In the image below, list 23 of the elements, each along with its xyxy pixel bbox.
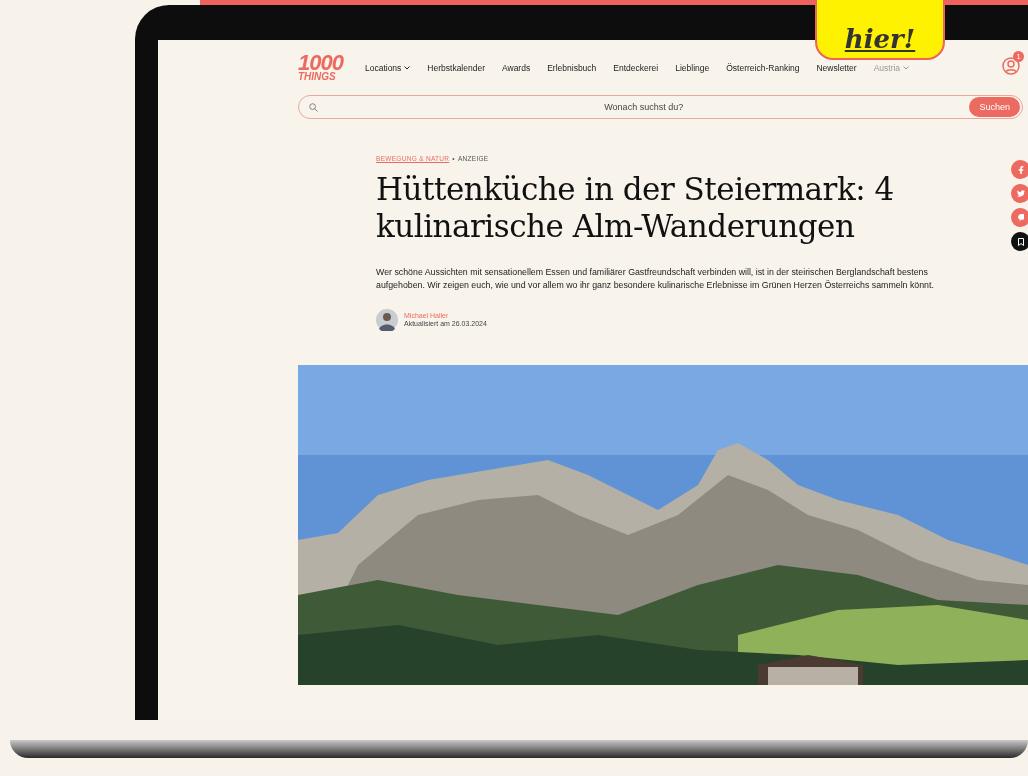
nav-link[interactable]: Lieblinge [675, 62, 710, 73]
nav-link[interactable]: Locations [364, 62, 411, 73]
nav-link[interactable]: Entdeckerei [613, 62, 659, 73]
article-title: Hüttenküche in der Steiermark: 4 kulinarische Alm-Wanderungen [376, 171, 895, 245]
user-icon[interactable] [1002, 56, 1020, 75]
share-button[interactable] [1011, 208, 1028, 227]
chevron-down-icon [404, 65, 411, 70]
callout-link[interactable]: hier! [844, 24, 916, 54]
facebook-icon [1017, 165, 1024, 174]
nav-link[interactable]: Erlebnisbuch [547, 62, 597, 73]
bookmark-button[interactable] [1011, 232, 1028, 251]
bookmark-icon [1017, 237, 1024, 246]
bird-icon [1016, 190, 1025, 197]
nav-link[interactable]: Herbstkalender [427, 62, 485, 73]
share-button[interactable] [1011, 160, 1028, 179]
nav-link[interactable]: Newsletter [816, 62, 857, 73]
nav-link[interactable]: Awards [502, 62, 531, 73]
avatar [376, 308, 398, 331]
article-intro: Wer schöne Aussichten mit sensationellem Essen und familiärer Gastfreundschaft verbinden will, ist in der steirischen Berglandschaft bestens aufgehoben. Wir zeigen euch, wie und vor allem wo ihr ganz besondere kulinarische Erlebnisse im Grünen Herzen Österreichs sammeln könnt. [376, 266, 935, 293]
nav-link[interactable]: Österreich-Ranking [726, 62, 800, 73]
search-icon [309, 102, 318, 112]
share-button[interactable] [1011, 184, 1028, 203]
chevron-down-icon [903, 65, 910, 70]
